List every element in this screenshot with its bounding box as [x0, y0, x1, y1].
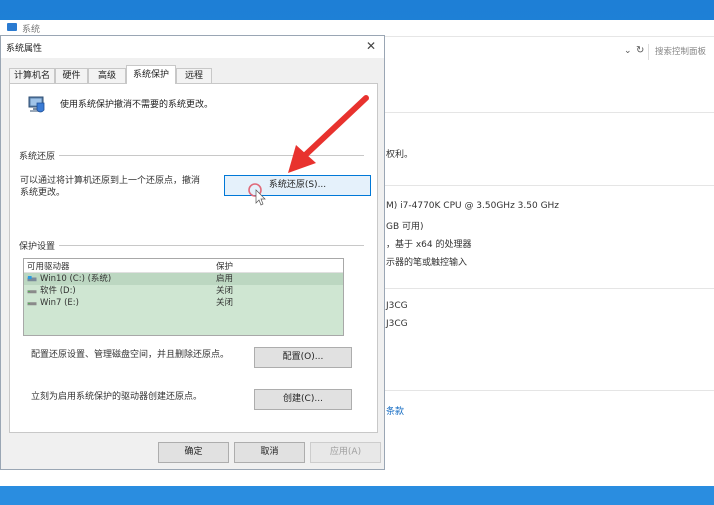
drive-name: Win7 (E:) — [40, 298, 79, 308]
close-icon[interactable]: ✕ — [366, 39, 376, 53]
apply-button[interactable]: 应用(A) — [310, 442, 381, 463]
dialog-button-bar: 确定 取消 应用(A) — [1, 433, 384, 469]
drives-table: 可用驱动器 保护 Win10 (C:) (系统) 启用 软件 (D:) 关闭 W… — [23, 258, 344, 336]
drive-icon — [27, 290, 37, 294]
tab-system-protection[interactable]: 系统保护 — [126, 65, 176, 84]
divider — [385, 185, 714, 186]
divider — [385, 288, 714, 289]
protection-group-label: 保护设置 — [19, 239, 60, 252]
divider — [385, 390, 714, 391]
computer-name-text: J3CG — [386, 301, 408, 311]
bg-window-title: 系统 — [22, 25, 41, 35]
intro-text: 使用系统保护撤消不需要的系统更改。 — [60, 100, 214, 110]
drive-name: Win10 (C:) (系统) — [40, 274, 112, 284]
tab-computer-name[interactable]: 计算机名 — [9, 68, 55, 83]
configure-description: 配置还原设置、管理磁盘空间，并且删除还原点。 — [31, 350, 230, 360]
cancel-button[interactable]: 取消 — [234, 442, 305, 463]
divider — [385, 112, 714, 113]
tab-remote[interactable]: 远程 — [176, 68, 212, 83]
system-type-text: ，基于 x64 的处理器 — [386, 240, 472, 250]
info-text: 权利。 — [386, 150, 414, 160]
system-properties-dialog: 系统属性 ✕ 计算机名 硬件 高级 系统保护 远程 使用系统保护撤消不需要的系统… — [0, 35, 385, 470]
chevron-down-icon[interactable]: ⌄ — [624, 46, 632, 56]
table-row[interactable]: 软件 (D:) 关闭 — [24, 285, 343, 297]
tab-hardware[interactable]: 硬件 — [55, 68, 88, 83]
full-computer-name-text: J3CG — [386, 319, 408, 329]
column-header-protection: 保护 — [216, 262, 234, 272]
system-icon — [7, 23, 17, 31]
table-row[interactable]: Win7 (E:) 关闭 — [24, 297, 343, 309]
create-description: 立刻为启用系统保护的驱动器创建还原点。 — [31, 392, 203, 402]
memory-text: GB 可用) — [386, 222, 424, 232]
address-bar: ⌄ ↻ 搜索控制面板 — [385, 44, 714, 62]
dialog-titlebar: 系统属性 ✕ — [1, 36, 384, 58]
system-restore-button[interactable]: 系统还原(S)... — [224, 175, 371, 196]
restore-group-label: 系统还原 — [19, 149, 60, 162]
system-protection-panel: 使用系统保护撤消不需要的系统更改。 系统还原 可以通过将计算机还原到上一个还原点… — [9, 83, 378, 433]
license-terms-link[interactable]: 条款 — [386, 404, 404, 417]
table-header: 可用驱动器 保护 — [24, 259, 343, 273]
pen-touch-text: 示器的笔或触控输入 — [386, 258, 468, 268]
tab-advanced[interactable]: 高级 — [88, 68, 126, 83]
drive-protection: 关闭 — [216, 298, 234, 308]
drive-name: 软件 (D:) — [40, 286, 76, 296]
processor-text: M) i7-4770K CPU @ 3.50GHz 3.50 GHz — [386, 201, 560, 211]
table-row[interactable]: Win10 (C:) (系统) 启用 — [24, 273, 343, 285]
restore-description-line-1: 可以通过将计算机还原到上一个还原点，撤消 — [20, 176, 201, 186]
system-protection-icon — [28, 96, 45, 113]
create-button[interactable]: 创建(C)... — [254, 389, 352, 410]
restore-description-line-2: 系统更改。 — [20, 188, 66, 198]
dialog-title: 系统属性 — [6, 44, 43, 54]
refresh-icon[interactable]: ↻ — [636, 45, 644, 56]
configure-button[interactable]: 配置(O)... — [254, 347, 352, 368]
drive-icon — [27, 302, 37, 306]
column-header-drive: 可用驱动器 — [27, 262, 70, 272]
restore-group-line — [19, 155, 364, 156]
drive-protection: 关闭 — [216, 286, 234, 296]
ok-button[interactable]: 确定 — [158, 442, 229, 463]
drive-protection: 启用 — [216, 274, 234, 284]
taskbar — [0, 486, 714, 505]
windows-drive-icon — [27, 276, 37, 282]
protection-group-line — [19, 245, 364, 246]
search-input[interactable]: 搜索控制面板 — [648, 44, 714, 60]
